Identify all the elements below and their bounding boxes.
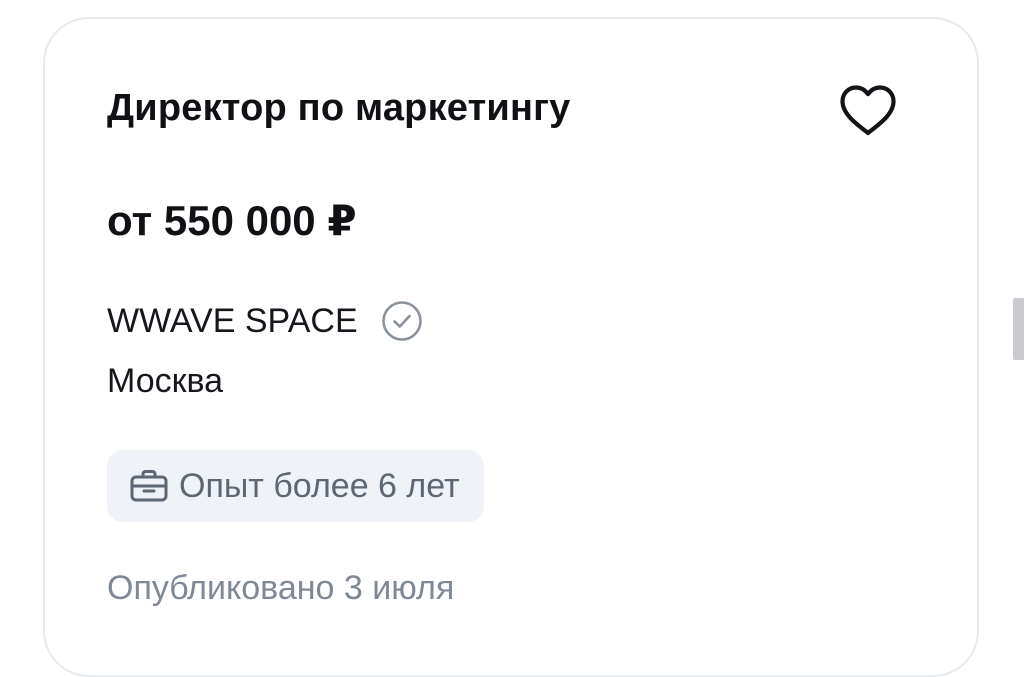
salary: от 550 000 ₽ xyxy=(107,197,357,244)
experience-text: Опыт более 6 лет xyxy=(179,466,460,505)
experience-chip: Опыт более 6 лет xyxy=(107,450,484,522)
verified-icon xyxy=(380,299,424,343)
briefcase-icon xyxy=(127,464,171,508)
vacancy-title[interactable]: Директор по маркетингу xyxy=(107,87,571,130)
city: Москва xyxy=(107,362,224,400)
vacancy-card[interactable]: Директор по маркетингу от 550 000 ₽ WWAV… xyxy=(43,17,979,677)
favorite-button[interactable] xyxy=(833,79,903,143)
company-name[interactable]: WWAVE SPACE xyxy=(107,302,358,341)
scrollbar-thumb[interactable] xyxy=(1013,298,1024,360)
company-row: WWAVE SPACE xyxy=(107,299,424,343)
heart-icon xyxy=(840,85,896,136)
published-date: Опубликовано 3 июля xyxy=(107,569,455,607)
